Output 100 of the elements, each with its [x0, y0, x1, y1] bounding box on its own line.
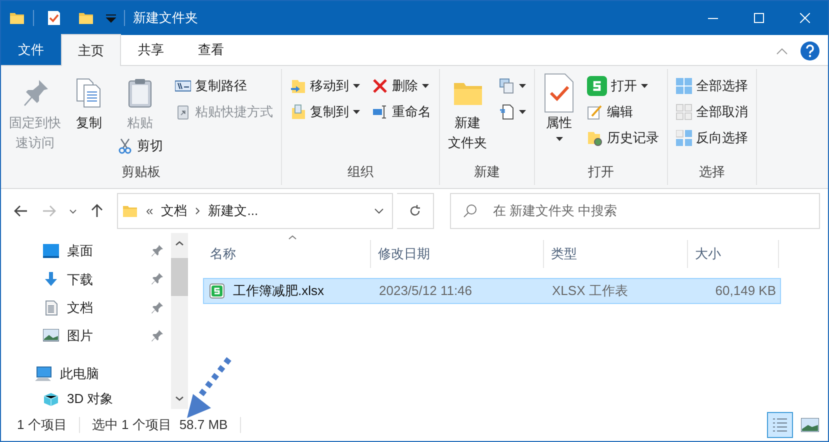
sort-ascending-icon	[288, 235, 297, 240]
nav-label: 3D 对象	[67, 390, 114, 408]
nav-item[interactable]: 图片	[1, 322, 171, 350]
search-input[interactable]: 在 新建文件夹 中搜索	[493, 201, 807, 221]
dropdown-icon[interactable]	[106, 13, 116, 23]
spreadsheet-app-icon	[587, 76, 607, 96]
copy-folder-icon	[290, 104, 306, 120]
search-icon	[463, 204, 477, 218]
select-all-icon	[676, 78, 692, 94]
breadcrumb-item[interactable]: 文档	[161, 201, 188, 221]
picture-icon	[43, 328, 59, 343]
document-icon	[43, 300, 59, 316]
item-count: 1 个项目	[17, 416, 67, 434]
search-field[interactable]: 在 新建文件夹 中搜索	[450, 193, 820, 229]
path-icon	[175, 78, 191, 94]
ribbon-group-label: 打开	[587, 162, 615, 180]
column-header[interactable]: 名称	[203, 240, 371, 268]
scrollbar[interactable]	[171, 233, 188, 409]
breadcrumb-item[interactable]: 新建文...	[208, 201, 258, 221]
ribbon-button[interactable]: 打开	[583, 73, 663, 99]
ribbon-button[interactable]: 编辑	[583, 99, 663, 125]
column-header[interactable]: 类型	[544, 240, 688, 268]
refresh-icon	[409, 205, 421, 217]
checklist-icon[interactable]	[46, 10, 62, 26]
cube-icon	[43, 392, 59, 406]
refresh-button[interactable]	[397, 193, 434, 229]
file-modified: 2023/5/12 11:46	[378, 282, 474, 300]
ribbon-button[interactable]: 重命名	[368, 99, 435, 125]
nav-item[interactable]: 3D 对象	[1, 388, 171, 409]
invert-selection-icon	[676, 130, 692, 146]
address-field[interactable]: « 文档 新建文...	[117, 193, 393, 229]
move-folder-icon	[290, 78, 306, 94]
ribbon-group-label: 新建	[473, 162, 501, 180]
pin-icon	[151, 330, 163, 342]
folder-icon	[9, 10, 25, 26]
ribbon-group-label: 组织	[346, 162, 374, 180]
ribbon-tab[interactable]: 文件	[1, 34, 61, 65]
scrollbar-thumb[interactable]	[171, 258, 188, 296]
ribbon-button[interactable]: 移动到	[286, 73, 364, 99]
folder-icon	[78, 10, 94, 26]
nav-label: 图片	[67, 327, 93, 346]
nav-label: 此电脑	[60, 365, 99, 384]
computer-icon	[34, 366, 52, 382]
breadcrumb-item[interactable]: «	[146, 201, 154, 221]
chevron-down-icon	[69, 208, 77, 214]
history-icon	[587, 130, 603, 146]
ribbon-button[interactable]: 反向选择	[672, 125, 752, 151]
pin-icon	[151, 302, 163, 314]
nav-item[interactable]: 文档	[1, 294, 171, 322]
properties-icon	[543, 73, 575, 113]
nav-item[interactable]: 下载	[1, 265, 171, 294]
delete-icon	[372, 78, 388, 94]
ribbon-group-label: 剪贴板	[120, 162, 162, 180]
close-icon	[800, 13, 810, 23]
pin-icon	[151, 245, 163, 258]
column-header[interactable]: 大小	[688, 240, 779, 268]
rename-icon	[372, 104, 388, 120]
chevron-right-icon	[195, 207, 200, 215]
ribbon-tab[interactable]: 主页	[61, 34, 121, 66]
maximize-icon	[754, 13, 764, 23]
selection-size: 58.7 MB	[179, 416, 228, 434]
ribbon-button[interactable]: 全部选择	[672, 73, 752, 99]
ribbon-button[interactable]: 复制到	[286, 99, 364, 125]
nav-item[interactable]: 此电脑	[1, 360, 171, 388]
back-arrow-icon	[14, 205, 28, 217]
file-row[interactable]: 工作簿减肥.xlsx 2023/5/12 11:46 XLSX 工作表 60,149 KB	[203, 278, 781, 304]
nav-label: 文档	[67, 298, 93, 317]
column-header[interactable]: 修改日期	[371, 240, 544, 268]
ribbon-button[interactable]: 全部取消	[672, 99, 752, 125]
download-icon	[43, 271, 59, 288]
nav-label: 桌面	[67, 242, 93, 260]
file-type: XLSX 工作表	[551, 282, 629, 300]
ribbon-group-label: 选择	[698, 162, 726, 180]
view-toggle[interactable]	[767, 412, 793, 438]
ribbon-button[interactable]: 历史记录	[583, 125, 663, 151]
select-none-icon	[676, 104, 692, 120]
file-name: 工作簿减肥.xlsx	[233, 282, 324, 300]
collapse-ribbon-icon[interactable]	[776, 48, 788, 54]
document-icon	[499, 104, 515, 120]
chevron-down-icon[interactable]	[374, 208, 384, 214]
ribbon-button[interactable]: 复制路径	[171, 73, 277, 99]
ribbon-button[interactable]: 新建 文件夹	[444, 69, 491, 153]
shortcut-icon	[175, 104, 191, 120]
scroll-down-icon	[175, 396, 184, 401]
ribbon-tab[interactable]: 共享	[121, 34, 181, 65]
ribbon-button[interactable]: 剪切	[113, 133, 167, 159]
ribbon-button[interactable]: 复制	[69, 69, 109, 133]
help-icon[interactable]	[800, 41, 820, 61]
edit-icon	[587, 104, 603, 120]
nav-item[interactable]: 桌面	[1, 237, 171, 266]
scissors-icon	[117, 138, 133, 154]
pin-icon	[151, 273, 163, 286]
spreadsheet-file-icon	[209, 283, 225, 299]
scroll-up-icon	[175, 241, 184, 246]
ribbon-tab[interactable]: 查看	[181, 34, 241, 65]
up-arrow-icon	[91, 204, 103, 218]
desktop-icon	[43, 244, 59, 258]
ribbon-button[interactable]: 属性	[539, 69, 579, 141]
new-item-icon	[499, 78, 515, 94]
ribbon-button[interactable]: 删除	[368, 73, 435, 99]
